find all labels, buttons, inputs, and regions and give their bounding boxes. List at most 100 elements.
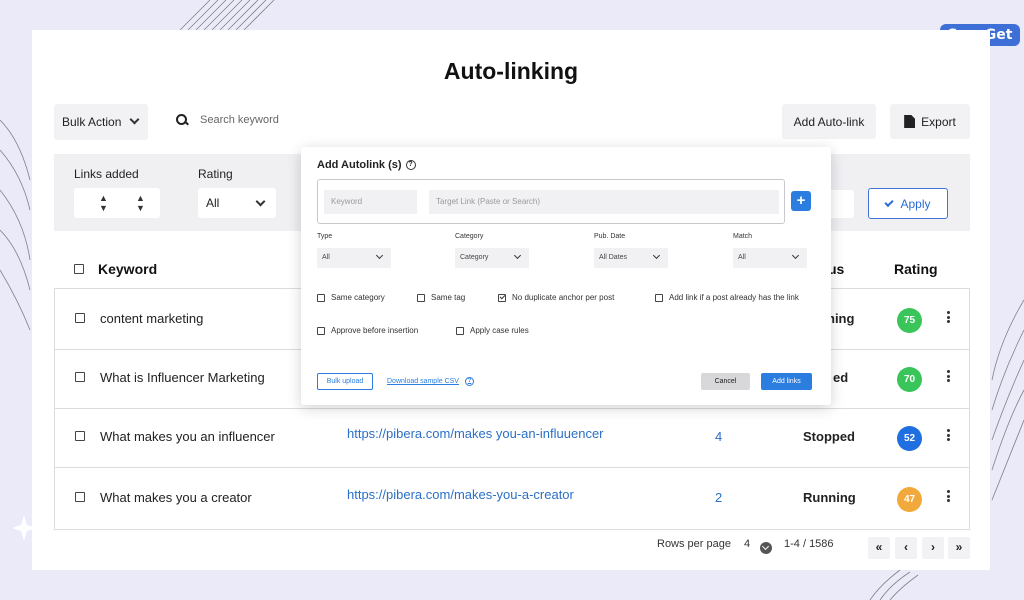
autolink-input-group: Keyword Target Link (Paste or Search) — [317, 179, 785, 224]
table-row: What makes you a creator https://pibera.… — [55, 468, 969, 529]
chevron-down-icon — [652, 251, 661, 260]
type-value: All — [322, 254, 330, 261]
category-value: Category — [460, 254, 489, 261]
row-link-count[interactable]: 2 — [715, 490, 722, 505]
stepper-down-icon: ▼ — [99, 203, 108, 213]
stepper-up-icon: ▲ — [99, 193, 108, 203]
bulk-upload-button[interactable]: Bulk upload — [317, 373, 373, 390]
same-tag-checkbox[interactable] — [417, 293, 425, 302]
keyword-column-header: Keyword — [98, 261, 158, 277]
row-checkbox[interactable] — [75, 492, 85, 502]
rating-label: Rating — [198, 167, 233, 181]
select-all-checkbox[interactable] — [74, 264, 84, 274]
add-autolink-modal: Add Autolink (s) ? Keyword Target Link (… — [301, 147, 831, 405]
same-tag-label: Same tag — [431, 293, 466, 302]
last-page-button[interactable]: » — [948, 537, 970, 559]
chevron-down-icon — [255, 196, 266, 207]
type-select[interactable]: All — [317, 248, 391, 268]
rating-badge: 70 — [897, 367, 922, 392]
pub-date-select[interactable]: All Dates — [594, 248, 668, 268]
row-keyword: What is Influencer Marketing — [100, 370, 265, 385]
search-placeholder: Search keyword — [200, 114, 279, 126]
apply-button[interactable]: Apply — [868, 188, 948, 219]
add-if-exists-checkbox[interactable] — [655, 293, 663, 302]
same-category-option[interactable]: Same category — [317, 293, 385, 302]
row-checkbox[interactable] — [75, 313, 85, 323]
add-links-button[interactable]: Add links — [761, 373, 812, 390]
apply-case-label: Apply case rules — [470, 326, 529, 335]
page-title: Auto-linking — [443, 58, 579, 84]
row-status: ning — [827, 311, 855, 326]
stepper-down-icon: ▼ — [136, 203, 145, 213]
apply-case-option[interactable]: Apply case rules — [456, 326, 529, 335]
links-added-stepper[interactable]: ▲ ▼ ▲ ▼ — [74, 188, 160, 218]
no-duplicate-option[interactable]: No duplicate anchor per post — [498, 293, 614, 302]
export-button[interactable]: Export — [890, 104, 970, 139]
export-icon — [904, 115, 916, 128]
search-icon — [176, 114, 188, 126]
type-label: Type — [317, 233, 333, 240]
approve-before-label: Approve before insertion — [331, 326, 419, 335]
download-csv-link[interactable]: Download sample CSV ? — [387, 377, 474, 386]
more-options-icon[interactable] — [947, 490, 950, 502]
more-options-icon[interactable] — [947, 370, 950, 382]
row-link-count[interactable]: 4 — [715, 429, 722, 444]
rating-select[interactable]: All — [198, 188, 276, 218]
category-select[interactable]: Category — [455, 248, 529, 268]
prev-page-button[interactable]: ‹ — [895, 537, 917, 559]
target-link-input[interactable]: Target Link (Paste or Search) — [429, 190, 779, 214]
chevron-down-icon — [791, 251, 800, 260]
match-label: Match — [733, 233, 753, 240]
rating-badge: 75 — [897, 308, 922, 333]
rows-per-page-dropdown-icon[interactable] — [760, 542, 772, 554]
row-target-link[interactable]: https://pibera.com/makes-you-a-creator — [347, 487, 574, 502]
search-input[interactable]: Search keyword — [176, 108, 376, 132]
row-keyword: What makes you an influencer — [100, 429, 275, 444]
pagination-range: 1-4 / 1586 — [784, 538, 834, 550]
bulk-action-label: Bulk Action — [62, 115, 122, 129]
row-keyword: content marketing — [100, 311, 204, 326]
bulk-action-dropdown[interactable]: Bulk Action — [54, 104, 148, 140]
pub-date-value: All Dates — [599, 254, 628, 261]
add-autolink-button[interactable]: Add Auto-link — [782, 104, 876, 139]
apply-case-checkbox[interactable] — [456, 326, 464, 335]
modal-title: Add Autolink (s) ? — [317, 159, 416, 171]
help-icon[interactable]: ? — [405, 160, 416, 170]
add-if-exists-option[interactable]: Add link if a post already has the link — [655, 293, 799, 302]
row-target-link[interactable]: https://pibera.com/makes you-an-influuen… — [347, 426, 604, 441]
table-row: What makes you an influencer https://pib… — [55, 407, 969, 468]
match-select[interactable]: All — [733, 248, 807, 268]
first-page-button[interactable]: « — [868, 537, 890, 559]
row-checkbox[interactable] — [75, 431, 85, 441]
rating-badge: 47 — [897, 487, 922, 512]
help-icon[interactable]: ? — [464, 377, 474, 386]
stepper-up-icon: ▲ — [136, 193, 145, 203]
row-status: Running — [803, 490, 856, 505]
more-options-icon[interactable] — [947, 429, 950, 441]
same-tag-option[interactable]: Same tag — [417, 293, 465, 302]
approve-before-option[interactable]: Approve before insertion — [317, 326, 418, 335]
cancel-button[interactable]: Cancel — [701, 373, 750, 390]
links-added-label: Links added — [74, 167, 139, 181]
apply-label: Apply — [900, 196, 931, 211]
no-duplicate-checkbox[interactable] — [498, 293, 506, 302]
row-status: Stopped — [803, 429, 855, 444]
chevron-down-icon — [129, 114, 140, 125]
export-label: Export — [921, 114, 956, 129]
rows-per-page-value[interactable]: 4 — [744, 538, 750, 550]
check-icon — [884, 197, 895, 207]
row-checkbox[interactable] — [75, 372, 85, 382]
rating-value: All — [206, 196, 220, 210]
next-page-button[interactable]: › — [922, 537, 944, 559]
rows-per-page-label: Rows per page — [657, 538, 731, 550]
more-options-icon[interactable] — [947, 311, 950, 323]
same-category-checkbox[interactable] — [317, 293, 325, 302]
add-row-button[interactable]: + — [791, 191, 811, 211]
approve-before-checkbox[interactable] — [317, 326, 325, 335]
modal-title-text: Add Autolink (s) — [317, 159, 402, 171]
rating-badge: 52 — [897, 426, 922, 451]
pub-date-label: Pub. Date — [594, 233, 626, 240]
match-value: All — [738, 254, 746, 261]
keyword-input[interactable]: Keyword — [324, 190, 417, 214]
row-status: ed — [833, 370, 849, 385]
